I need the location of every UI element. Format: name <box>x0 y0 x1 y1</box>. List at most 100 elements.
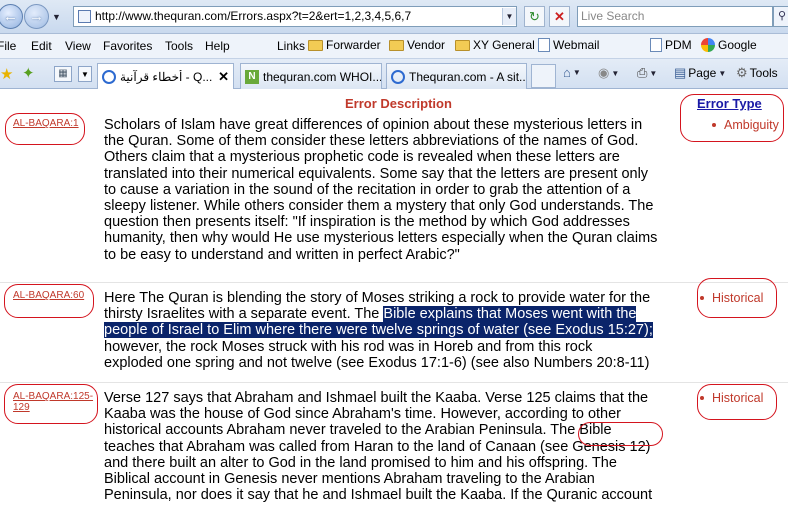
annotation-circle <box>4 384 98 424</box>
desc-text: historical accounts Abraham never travel… <box>104 422 551 439</box>
address-toolbar: ← → ▼ http://www.thequran.com/Errors.asp… <box>0 0 788 34</box>
link-google[interactable]: Google <box>701 38 757 52</box>
desc-line: and there built an alter to God in the l… <box>104 454 617 471</box>
selected-text[interactable]: people of Israel to Elim where there wer… <box>104 322 653 339</box>
desc-line: question then presents itself: "If inspi… <box>104 214 630 231</box>
link-label: XY General <box>473 38 535 52</box>
back-arrow-icon: ← <box>3 8 18 25</box>
tab-whois[interactable]: N thequran.com WHOI... <box>240 63 382 89</box>
search-icon: ⚲ <box>777 10 787 22</box>
annotation-circle <box>4 284 94 318</box>
desc-line: to cause a variation in the sound of the… <box>104 181 631 198</box>
add-favorite-icon[interactable]: ✦ <box>22 64 35 82</box>
address-bar[interactable]: http://www.thequran.com/Errors.aspx?t=2&… <box>73 6 517 27</box>
annotation-circle <box>697 278 777 318</box>
folder-icon <box>389 39 404 51</box>
annotation-circle <box>697 384 777 420</box>
tab-title: Thequran.com - A sit... <box>409 69 527 84</box>
desc-line: Scholars of Islam have great differences… <box>104 117 643 133</box>
stop-icon: ✕ <box>554 9 565 24</box>
desc-line: sleepy listener. While others consider t… <box>104 198 654 215</box>
menu-favorites[interactable]: Favorites <box>103 39 152 53</box>
menu-file[interactable]: File <box>0 39 16 53</box>
desc-line: people of Israel to Elim where there wer… <box>104 322 698 339</box>
search-button[interactable]: ⚲ <box>773 6 788 27</box>
stop-button[interactable]: ✕ <box>549 6 570 27</box>
google-icon <box>701 38 715 52</box>
history-dropdown[interactable]: ▼ <box>52 12 61 22</box>
folder-icon <box>455 39 470 51</box>
forward-arrow-icon: → <box>29 8 44 25</box>
menu-view[interactable]: View <box>65 39 91 53</box>
desc-line: translated into their numerical equivale… <box>104 165 649 182</box>
feeds-button[interactable]: ◉ ▼ <box>598 65 619 81</box>
close-tab-icon[interactable]: ✕ <box>218 69 229 85</box>
back-button[interactable]: ← <box>0 4 23 29</box>
desc-line: to be easy to understand and written in … <box>104 246 460 263</box>
error-description-3: Verse 127 says that Abraham and Ishmael … <box>104 390 698 503</box>
n-site-icon: N <box>245 69 259 84</box>
link-label: PDM <box>665 38 692 52</box>
page-icon: ▤ <box>674 65 687 80</box>
quick-tabs-button[interactable]: ▦ <box>54 66 72 82</box>
tab-list-dropdown[interactable]: ▼ <box>78 66 92 82</box>
webpage-icon <box>538 38 550 52</box>
menu-edit[interactable]: Edit <box>31 39 52 53</box>
link-label: Forwarder <box>326 38 381 52</box>
tab-thequran-site[interactable]: Thequran.com - A sit... <box>386 63 527 89</box>
refresh-button[interactable]: ↻ <box>524 6 545 27</box>
menu-tools[interactable]: Tools <box>165 39 193 53</box>
tab-title: أخطاء قرآنية - Q... <box>120 69 213 84</box>
home-button[interactable]: ⌂ ▼ <box>563 65 581 80</box>
desc-line: exploded one spring and not twelve (see … <box>104 354 650 371</box>
tools-menu-button[interactable]: ⚙ Tools <box>736 65 778 81</box>
search-input[interactable]: Live Search <box>577 6 773 27</box>
desc-line: however, the rock Moses struck with his … <box>104 338 593 355</box>
link-xy-general[interactable]: XY General <box>455 38 535 52</box>
desc-line: the Quran. Some of them consider these l… <box>104 133 639 150</box>
selected-text[interactable]: Bible explains that Moses went with the <box>383 306 637 323</box>
rss-feed-icon: ◉ <box>598 65 610 80</box>
refresh-icon: ↻ <box>529 9 540 24</box>
annotation-circle <box>680 94 784 142</box>
link-label: Vendor <box>407 38 446 52</box>
home-icon: ⌂ <box>563 65 571 80</box>
new-tab-button[interactable] <box>531 64 556 88</box>
menu-help[interactable]: Help <box>205 39 230 53</box>
tools-menu-label: Tools <box>749 66 778 80</box>
page-menu-button[interactable]: ▤ Page ▼ <box>674 65 726 81</box>
page-content: Error Description Error Type AL-BAQARA:1… <box>0 89 788 517</box>
desc-line: Biblical account in Genesis never mentio… <box>104 471 595 488</box>
webpage-icon <box>650 38 662 52</box>
link-webmail[interactable]: Webmail <box>538 38 599 52</box>
link-label: Webmail <box>553 38 600 52</box>
favorites-star-icon[interactable]: ★ <box>0 65 13 83</box>
address-dropdown[interactable]: ▼ <box>502 8 516 25</box>
printer-icon: ⎙ <box>637 65 648 80</box>
gear-icon: ⚙ <box>736 65 748 80</box>
link-label: Google <box>718 38 757 52</box>
desc-line: Kaaba was the house of God since Abraham… <box>104 406 622 423</box>
desc-line: Peninsula, nor does it say that he and I… <box>104 487 653 504</box>
link-forwarder[interactable]: Forwarder <box>308 38 381 52</box>
menu-bar: File Edit View Favorites Tools Help Link… <box>0 34 788 59</box>
print-button[interactable]: ⎙ ▼ <box>637 65 657 81</box>
error-description-1: Scholars of Islam have great differences… <box>104 117 698 263</box>
desc-text: thirsty Israelites with a separate event… <box>104 306 384 323</box>
error-description-2: Here The Quran is blending the story of … <box>104 290 698 371</box>
desc-line: thirsty Israelites with a separate event… <box>104 306 698 323</box>
tab-errors[interactable]: أخطاء قرآنية - Q... ✕ <box>97 63 234 89</box>
ie-page-icon <box>102 69 116 84</box>
folder-icon <box>308 39 323 51</box>
tab-title: thequran.com WHOI... <box>263 69 382 84</box>
row-divider <box>0 282 788 283</box>
annotation-circle <box>578 422 663 446</box>
row-divider <box>0 382 788 383</box>
link-pdm[interactable]: PDM <box>650 38 692 52</box>
search-placeholder: Live Search <box>581 9 645 23</box>
forward-button[interactable]: → <box>24 4 49 29</box>
ie-page-icon <box>391 69 405 84</box>
desc-line: Others claim that a mysterious prophetic… <box>104 149 620 166</box>
links-label: Links <box>277 39 306 53</box>
link-vendor[interactable]: Vendor <box>389 38 445 52</box>
